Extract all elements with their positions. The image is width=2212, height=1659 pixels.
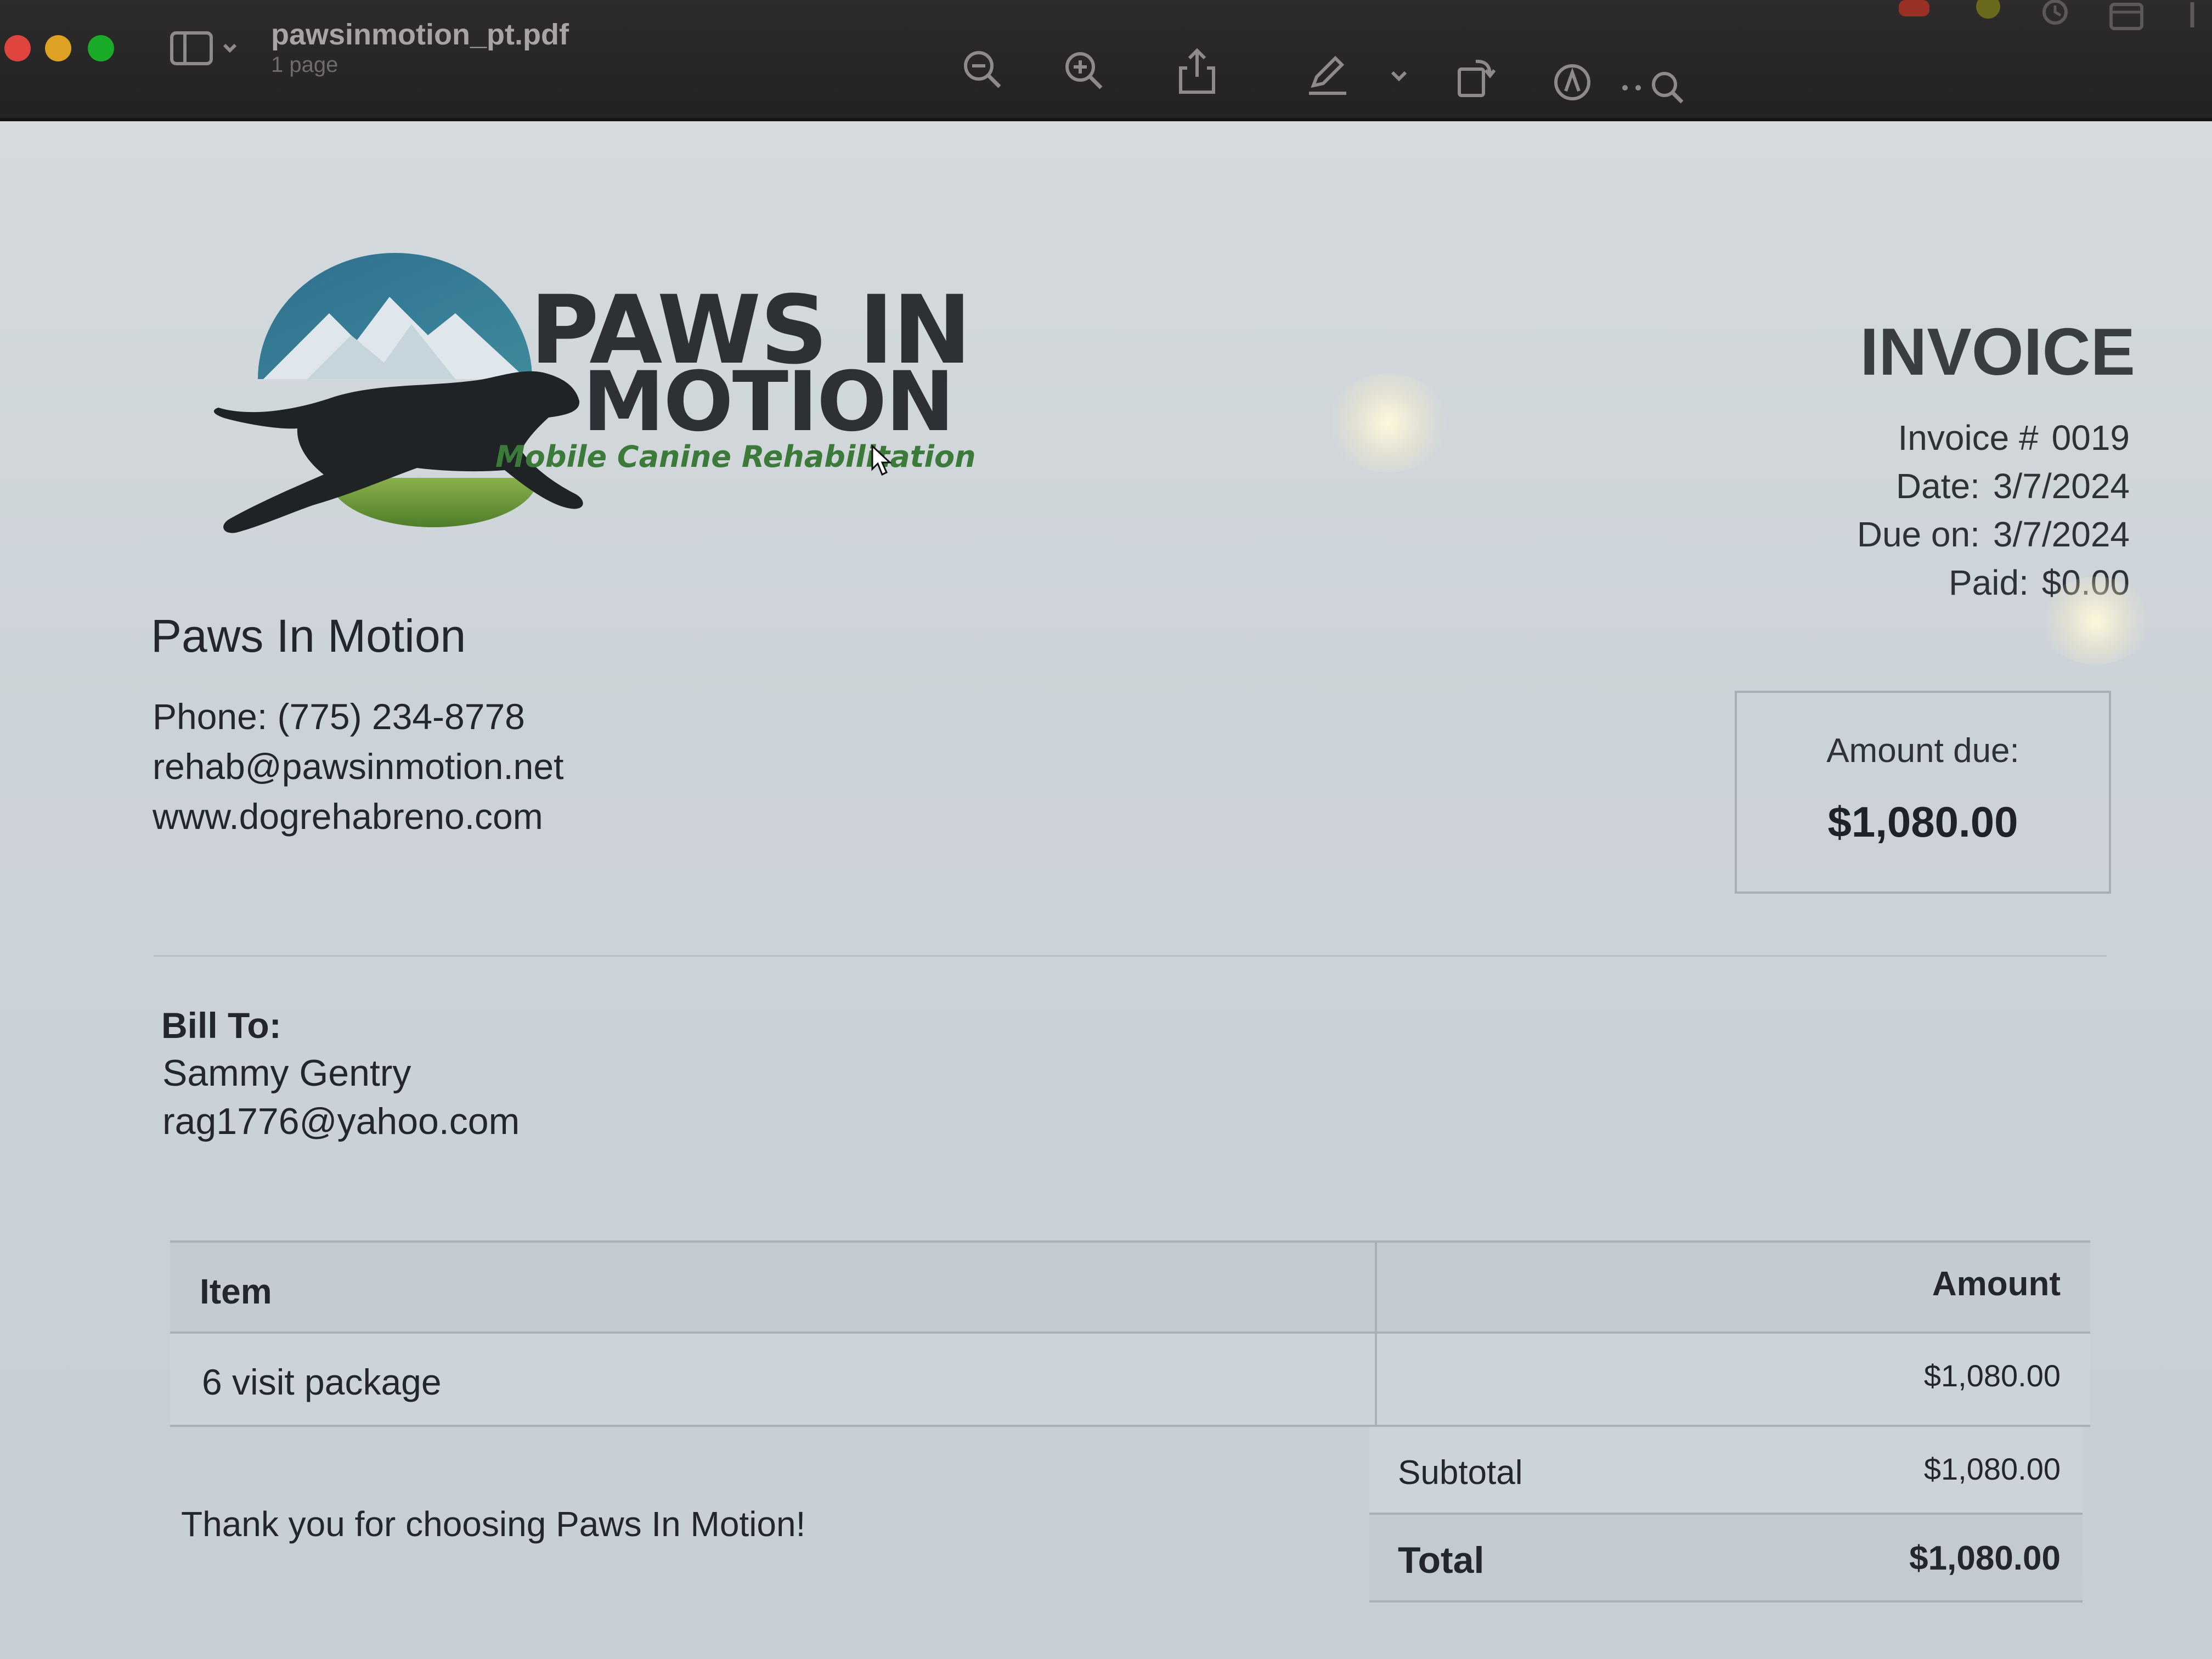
column-header-item: Item — [200, 1272, 272, 1311]
minimize-window-button[interactable] — [45, 35, 71, 61]
share-icon[interactable] — [1175, 46, 1219, 95]
subtotal-value: $1,080.00 — [1923, 1452, 2061, 1486]
invoice-due-value: 3/7/2024 — [1993, 515, 2130, 554]
invoice-number-label: Invoice # — [1898, 418, 2039, 458]
bill-to-email: rag1776@yahoo.com — [162, 1101, 520, 1142]
zoom-out-icon[interactable] — [960, 47, 1004, 91]
preview-window: pawsinmotion_pt.pdf 1 page PAWS IN MOTIO… — [0, 0, 2212, 1659]
thank-you-note: Thank you for choosing Paws In Motion! — [181, 1504, 806, 1544]
logo-tagline: Mobile Canine Rehabilitation — [495, 439, 976, 474]
total-row: Total $1,080.00 — [1369, 1515, 2083, 1602]
company-email[interactable]: rehab@pawsinmotion.net — [153, 746, 563, 787]
title-bar: pawsinmotion_pt.pdf 1 page — [0, 0, 2212, 121]
column-separator — [1375, 1240, 1377, 1427]
rotate-icon[interactable] — [1454, 55, 1498, 99]
markup-dropdown-chevron-icon[interactable] — [1388, 68, 1410, 84]
zoom-in-icon[interactable] — [1062, 48, 1105, 92]
invoice-title: INVOICE — [1860, 314, 2135, 389]
clock-icon[interactable] — [2039, 0, 2072, 27]
total-label: Total — [1398, 1539, 1485, 1581]
menu-extra-status-icon[interactable] — [1972, 0, 2005, 22]
invoice-paid-value: $0.00 — [2041, 563, 2130, 602]
amount-due-box: Amount due: $1,080.00 — [1735, 691, 2111, 894]
annotate-icon[interactable] — [1550, 60, 1594, 104]
amount-due-label: Amount due: — [1826, 732, 2019, 770]
search-icon[interactable] — [1618, 66, 1690, 110]
invoice-date-value: 3/7/2024 — [1993, 466, 2130, 506]
table-header-row: Item Amount — [170, 1240, 2090, 1334]
menu-extra-notification-icon[interactable] — [1895, 0, 1934, 20]
company-website[interactable]: www.dogrehabreno.com — [153, 795, 543, 837]
section-divider — [154, 955, 2107, 957]
subtotal-row: Subtotal $1,080.00 — [1369, 1427, 2083, 1515]
company-name: Paws In Motion — [151, 610, 466, 662]
invoice-number-value: 0019 — [2051, 418, 2130, 458]
markup-pen-icon[interactable] — [1306, 53, 1350, 97]
amount-due-value: $1,080.00 — [1827, 798, 2018, 846]
invoice-date-line: Date: 3/7/2024 — [1896, 466, 2130, 506]
invoice-due-line: Due on: 3/7/2024 — [1857, 514, 2130, 555]
total-value: $1,080.00 — [1909, 1539, 2061, 1577]
logo-wordmark-line-2: MOTION — [583, 354, 955, 450]
bill-to-name: Sammy Gentry — [162, 1052, 411, 1094]
pdf-page: PAWS IN MOTION Mobile Canine Rehabilitat… — [0, 121, 2212, 1659]
subtotal-label: Subtotal — [1398, 1454, 1523, 1492]
mouse-cursor-icon — [871, 445, 892, 476]
menu-extra-overflow-icon[interactable] — [2179, 0, 2207, 33]
invoice-paid-line: Paid: $0.00 — [1949, 562, 2130, 603]
calendar-icon[interactable] — [2108, 0, 2146, 33]
row-item-description: 6 visit package — [202, 1362, 442, 1402]
screen-glare — [1328, 374, 1448, 472]
invoice-due-label: Due on: — [1857, 515, 1980, 554]
invoice-paid-label: Paid: — [1948, 563, 2029, 602]
document-title: pawsinmotion_pt.pdf — [271, 18, 569, 51]
invoice-number-line: Invoice # 0019 — [1898, 417, 2130, 458]
invoice-date-label: Date: — [1895, 466, 1980, 506]
company-phone: Phone: (775) 234-8778 — [153, 696, 525, 737]
column-header-amount: Amount — [1932, 1265, 2061, 1303]
table-row: 6 visit package $1,080.00 — [170, 1334, 2090, 1427]
bill-to-label: Bill To: — [161, 1005, 281, 1046]
zoom-window-button[interactable] — [88, 35, 114, 61]
close-window-button[interactable] — [4, 35, 31, 61]
row-item-amount: $1,080.00 — [1923, 1358, 2061, 1393]
sidebar-toggle-icon[interactable] — [167, 29, 244, 68]
page-count: 1 page — [271, 53, 338, 77]
